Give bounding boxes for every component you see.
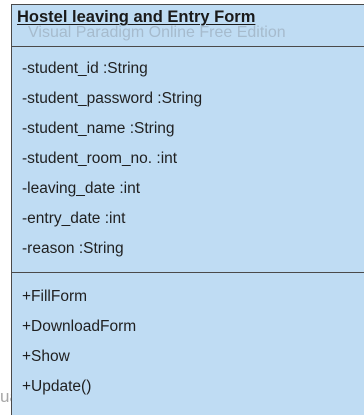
attribute-student-id: -student_id :String	[22, 60, 148, 77]
attribute-leaving-date: -leaving_date :int	[22, 180, 141, 197]
operation-show: +Show	[22, 348, 70, 365]
attribute-student-password: -student_password :String	[22, 90, 203, 107]
attribute-entry-date: -entry_date :int	[22, 210, 126, 227]
operation-download-form: +DownloadForm	[22, 318, 137, 335]
operation-fill-form: +FillForm	[22, 288, 88, 305]
class-name: Hostel leaving and Entry Form	[17, 8, 256, 26]
attribute-compartment: -student_id :String -student_password :S…	[12, 47, 364, 273]
operation-compartment: +FillForm +DownloadForm +Show +Update()	[12, 273, 364, 415]
operation-update: +Update()	[22, 378, 92, 395]
attribute-student-room-no: -student_room_no. :int	[22, 150, 178, 167]
attribute-student-name: -student_name :String	[22, 120, 175, 137]
uml-class-box[interactable]: Visual Paradigm Online Free Edition Host…	[11, 4, 364, 415]
attribute-reason: -reason :String	[22, 240, 124, 257]
class-header: Visual Paradigm Online Free Edition Host…	[12, 5, 364, 47]
